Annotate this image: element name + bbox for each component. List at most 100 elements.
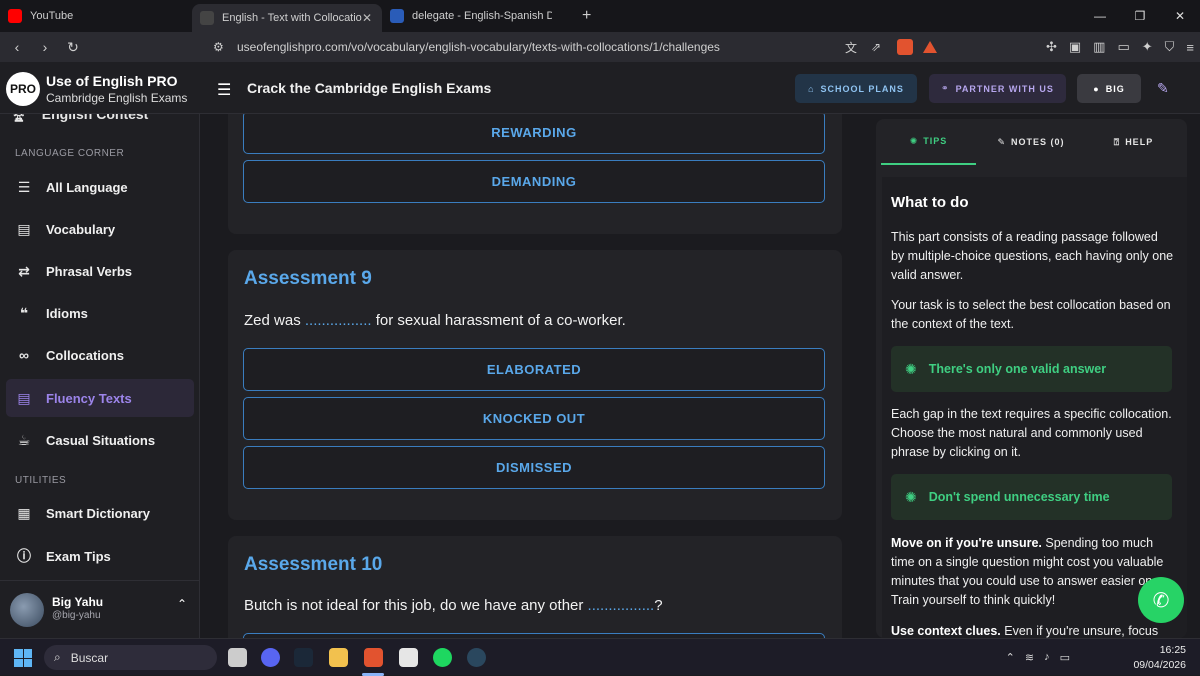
windows-start-icon[interactable] xyxy=(14,649,32,667)
partner-button[interactable]: ⚭ PARTNER WITH US xyxy=(929,74,1066,103)
site-info-icon[interactable]: ⚙ xyxy=(213,40,224,54)
extensions-icon[interactable]: ✣ xyxy=(1046,39,1057,55)
assessment-card-10: Assessment 10 Butch is not ideal for thi… xyxy=(228,536,842,638)
steam-icon[interactable] xyxy=(467,648,486,667)
browser-tab-youtube[interactable]: YouTube xyxy=(0,0,192,32)
tips-paragraph: Each gap in the text requires a specific… xyxy=(891,407,1172,459)
tips-paragraph: Move on if you're unsure. Spending too m… xyxy=(891,534,1174,610)
sidebar-item-collocations[interactable]: ∞ Collocations xyxy=(6,336,194,374)
app-icon[interactable] xyxy=(399,648,418,667)
pencil-icon: ✎ xyxy=(997,136,1007,147)
clock-time: 16:25 xyxy=(1159,644,1186,656)
profile-card[interactable]: Big Yahu @big-yahu ⌃ xyxy=(0,580,199,638)
volume-icon[interactable]: ♪ xyxy=(1044,651,1050,664)
translate-icon[interactable]: 文 xyxy=(845,39,857,56)
browser-extensions: ✣ ▣ ▥ ▭ ✦ ⛉ ≡ xyxy=(1046,32,1194,62)
forward-icon[interactable]: › xyxy=(34,39,56,55)
sidebar-item-phrasal-verbs[interactable]: ⇄ Phrasal Verbs xyxy=(6,252,194,290)
answer-option[interactable]: KNOCKED OUT xyxy=(243,397,825,440)
school-plans-button[interactable]: ⌂ SCHOOL PLANS xyxy=(795,74,917,103)
answer-option[interactable]: REWARDING xyxy=(243,114,825,154)
discord-icon[interactable] xyxy=(261,648,280,667)
wifi-icon[interactable]: ≋ xyxy=(1025,651,1034,664)
wallet-icon[interactable]: ▭ xyxy=(1117,39,1129,55)
leo-ai-icon[interactable]: ✦ xyxy=(1142,39,1153,55)
sidebar-item-label: Smart Dictionary xyxy=(46,505,151,521)
school-plans-label: SCHOOL PLANS xyxy=(820,83,904,94)
tab-help[interactable]: ⍰ HELP xyxy=(1086,119,1181,165)
taskbar-search[interactable]: ⌕ Buscar xyxy=(44,645,217,670)
wordreference-icon xyxy=(390,9,404,23)
tab-label: HELP xyxy=(1125,137,1154,147)
sidebar-item-smart-dictionary[interactable]: ▦ Smart Dictionary xyxy=(6,494,194,532)
spotify-icon[interactable] xyxy=(433,648,452,667)
chevron-up-icon[interactable]: ⌃ xyxy=(1006,651,1015,664)
sidebar-toggle-icon[interactable]: ▥ xyxy=(1093,39,1105,55)
share-icon[interactable]: ⇗ xyxy=(871,40,881,54)
chevron-up-icon[interactable]: ⌃ xyxy=(177,597,187,611)
question-text: Butch is not ideal for this job, do we h… xyxy=(244,597,663,614)
vpn-icon[interactable]: ⛉ xyxy=(1165,39,1175,55)
browser-tab-strip: YouTube English - Text with Collocations… xyxy=(0,0,1200,32)
help-icon: ⍰ xyxy=(1113,136,1121,147)
user-button[interactable]: ● BIG xyxy=(1077,74,1141,103)
site-logo[interactable]: PRO xyxy=(6,72,40,106)
tab-notes[interactable]: ✎ NOTES (0) xyxy=(976,119,1086,165)
menu-icon[interactable]: ≡ xyxy=(1186,40,1194,55)
file-explorer-icon[interactable] xyxy=(329,648,348,667)
tab-tips[interactable]: ✺ TIPS xyxy=(881,119,976,165)
brave-browser-icon[interactable] xyxy=(364,648,383,667)
screenshot-icon[interactable]: ▣ xyxy=(1069,39,1081,55)
question-gap: ................ xyxy=(587,597,655,614)
close-tab-icon[interactable]: ✕ xyxy=(362,11,372,25)
restore-icon[interactable]: ❐ xyxy=(1120,0,1160,32)
avatar xyxy=(10,593,44,627)
youtube-icon xyxy=(8,9,22,23)
steam-icon[interactable] xyxy=(294,648,313,667)
sidebar-item-english-contest[interactable]: 🏆︎ English Contest xyxy=(10,114,148,123)
link-icon: ∞ xyxy=(19,347,29,363)
sidebar-item-label: Idioms xyxy=(46,305,88,321)
panel-tabs: ✺ TIPS ✎ NOTES (0) ⍰ HELP xyxy=(876,119,1187,165)
battery-icon[interactable]: ▭ xyxy=(1060,651,1070,664)
question-gap: ................ xyxy=(304,312,372,329)
new-tab-button[interactable]: + xyxy=(582,7,591,25)
info-icon: ⓘ xyxy=(17,548,31,564)
sidebar-item-idioms[interactable]: ❝ Idioms xyxy=(6,294,194,332)
tab-label: TIPS xyxy=(923,136,948,146)
sidebar-item-all-language[interactable]: ☰ All Language xyxy=(6,168,194,206)
site-header: PRO Use of English PRO Cambridge English… xyxy=(0,62,1200,114)
task-view-icon[interactable] xyxy=(228,648,247,667)
assessment-title: Assessment 9 xyxy=(244,268,372,289)
address-bar[interactable]: ⚙ useofenglishpro.com/vo/vocabulary/engl… xyxy=(205,35,945,59)
question-part: for sexual harassment of a co-worker. xyxy=(371,312,626,329)
profile-handle: @big-yahu xyxy=(52,610,101,621)
sidebar: 🏆︎ English Contest LANGUAGE CORNER ☰ All… xyxy=(0,114,200,638)
user-icon: ● xyxy=(1093,83,1100,94)
browser-tab-dictionary[interactable]: delegate - English-Spanish Dictionary xyxy=(382,0,576,32)
answer-option[interactable]: DEMANDING xyxy=(243,160,825,203)
sidebar-item-exam-tips[interactable]: ⓘ Exam Tips xyxy=(6,537,194,575)
minimize-icon[interactable]: — xyxy=(1080,0,1120,32)
reload-icon[interactable]: ↻ xyxy=(62,39,84,56)
answer-option[interactable]: DISMISSED xyxy=(243,446,825,489)
question-part: ? xyxy=(654,597,663,614)
tab-title: delegate - English-Spanish Dictionary xyxy=(412,10,552,22)
sidebar-item-fluency-texts[interactable]: ▤ Fluency Texts xyxy=(6,379,194,417)
browser-tab-active[interactable]: English - Text with Collocations | Use o… xyxy=(192,4,382,32)
profile-name: Big Yahu xyxy=(52,595,104,609)
sidebar-item-casual-situations[interactable]: ☕︎ Casual Situations xyxy=(6,421,194,459)
brave-rewards-icon[interactable] xyxy=(923,41,937,53)
taskbar-clock[interactable]: 16:25 09/04/2026 xyxy=(1133,643,1186,673)
sidebar-item-vocabulary[interactable]: ▤ Vocabulary xyxy=(6,210,194,248)
answer-option[interactable]: ELABORATED xyxy=(243,348,825,391)
dictionary-icon: ▦ xyxy=(17,504,31,521)
tip-callout: ✺ Don't spend unnecessary time xyxy=(891,474,1172,520)
close-window-icon[interactable]: ✕ xyxy=(1160,0,1200,32)
back-icon[interactable]: ‹ xyxy=(6,39,28,55)
theme-toggle-icon[interactable]: ✎ xyxy=(1157,80,1169,97)
hamburger-menu-icon[interactable]: ☰ xyxy=(217,80,231,100)
tip-callout: ✺ There's only one valid answer xyxy=(891,346,1172,392)
brave-shields-icon[interactable] xyxy=(897,39,913,55)
whatsapp-icon[interactable]: ✆ xyxy=(1138,577,1184,623)
